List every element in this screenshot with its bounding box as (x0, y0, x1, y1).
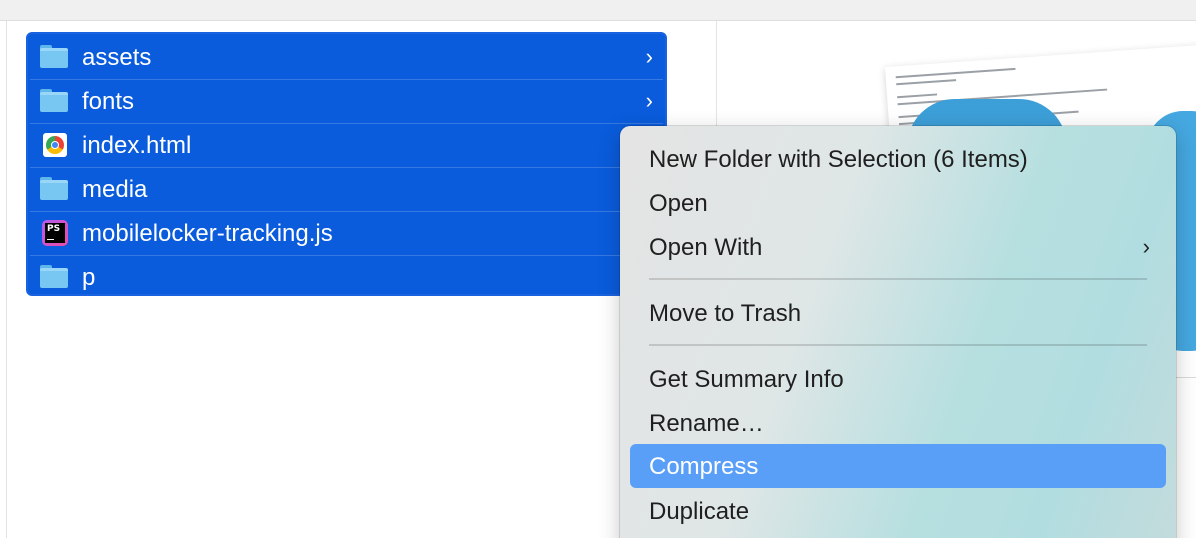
phpstorm-icon-text: PS (47, 224, 61, 234)
file-row-mobilelocker-tracking-js[interactable]: PS mobilelocker-tracking.js (30, 212, 663, 256)
menu-separator (649, 344, 1147, 346)
menu-item-open-with[interactable]: Open With › (630, 225, 1166, 269)
file-row-fonts[interactable]: fonts › (30, 80, 663, 124)
menu-item-label: Rename… (649, 410, 764, 437)
file-name: mobilelocker-tracking.js (82, 220, 333, 247)
file-row-index-html[interactable]: index.html (30, 124, 663, 168)
menu-item-label: Move to Trash (649, 300, 802, 327)
context-menu: New Folder with Selection (6 Items) Open… (620, 126, 1176, 538)
menu-item-new-folder-with-selection[interactable]: New Folder with Selection (6 Items) (630, 137, 1166, 181)
file-list-selection: assets › fonts › index.html media PS mob… (26, 32, 667, 296)
menu-item-get-summary-info[interactable]: Get Summary Info (630, 357, 1166, 401)
file-name: fonts (82, 88, 135, 115)
menu-item-open[interactable]: Open (630, 181, 1166, 225)
chrome-icon (43, 133, 67, 157)
menu-item-label: New Folder with Selection (6 Items) (649, 146, 1028, 173)
chevron-right-icon: › (645, 88, 653, 113)
folder-icon (40, 45, 68, 69)
file-name: assets (82, 44, 152, 71)
file-row-assets[interactable]: assets › (30, 36, 663, 80)
file-row-media[interactable]: media (30, 168, 663, 212)
menu-separator (649, 278, 1147, 280)
folder-icon (40, 177, 68, 201)
window-toolbar-strip (0, 0, 1196, 21)
menu-item-label: Open With (649, 234, 763, 261)
chevron-right-icon: › (645, 44, 653, 69)
phpstorm-icon: PS (42, 220, 68, 246)
menu-item-move-to-trash[interactable]: Move to Trash (630, 291, 1166, 335)
folder-icon (40, 265, 68, 289)
menu-item-label: Open (649, 190, 708, 217)
file-name: index.html (82, 132, 192, 159)
folder-icon (40, 89, 68, 113)
menu-item-compress[interactable]: Compress (630, 444, 1166, 488)
file-name: p (82, 264, 96, 291)
menu-item-duplicate[interactable]: Duplicate (630, 489, 1166, 533)
menu-item-label: Compress (649, 453, 759, 480)
menu-item-label: Get Summary Info (649, 366, 844, 393)
menu-item-label: Duplicate (649, 498, 750, 525)
chevron-right-icon: › (1142, 234, 1150, 259)
menu-item-rename[interactable]: Rename… (630, 401, 1166, 445)
file-row-p[interactable]: p (30, 256, 663, 296)
file-name: media (82, 176, 148, 203)
